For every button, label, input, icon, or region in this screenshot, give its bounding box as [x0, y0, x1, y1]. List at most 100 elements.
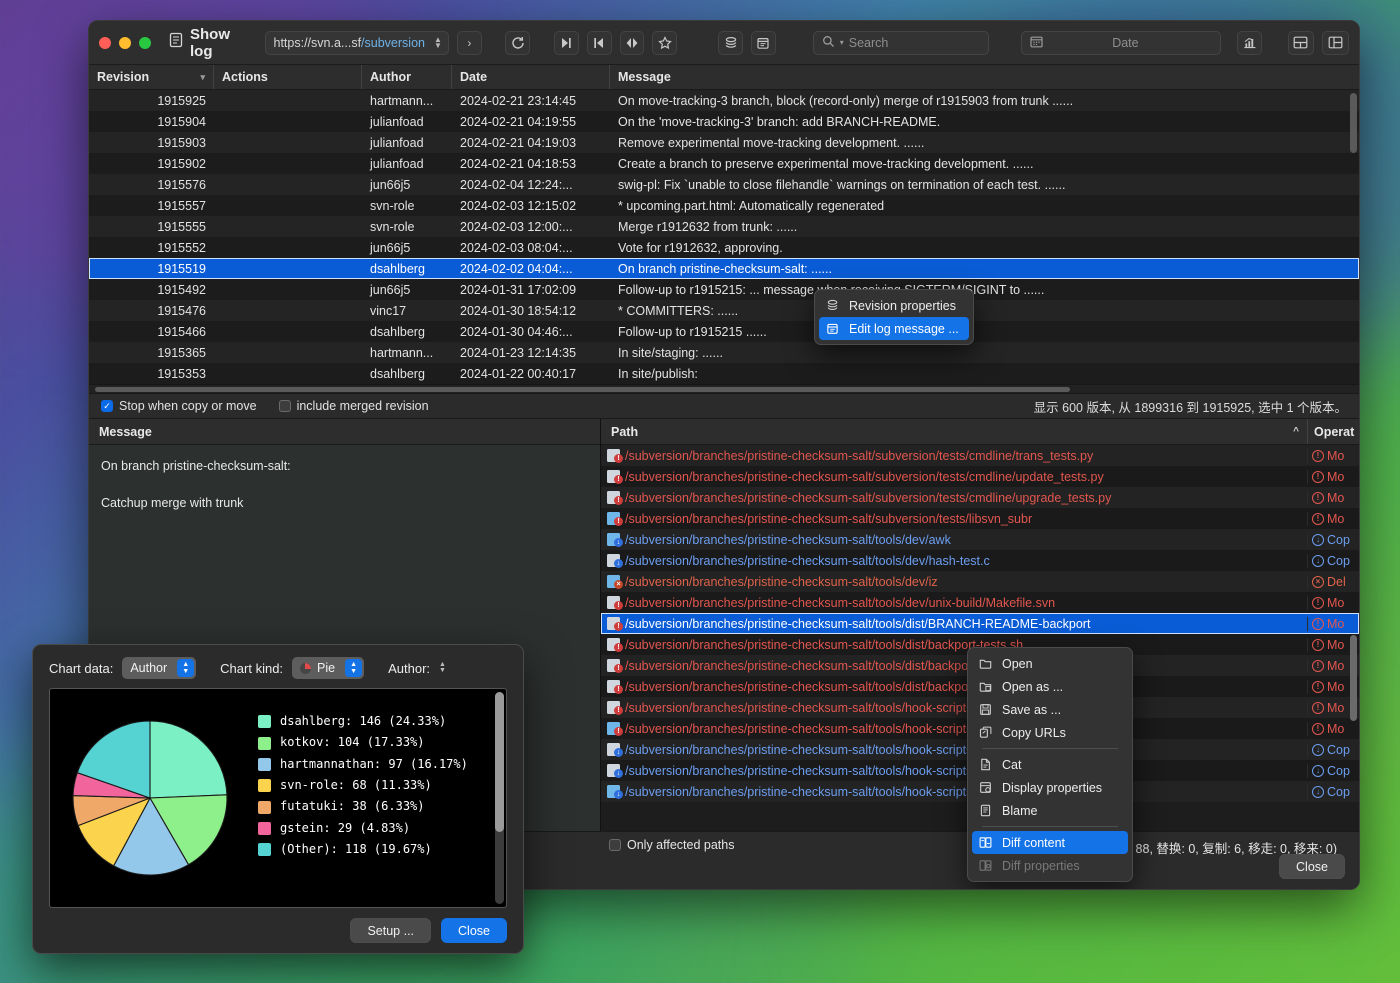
cell-date: 2024-01-23 12:14:35: [452, 346, 610, 360]
revision-properties-icon[interactable]: [718, 31, 743, 55]
go-newest-icon[interactable]: [554, 31, 579, 55]
cell-author: julianfoad: [362, 136, 452, 150]
revision-context-menu[interactable]: Revision properties Edit log message ...: [814, 289, 974, 345]
cell-operation: ↓Cop: [1307, 743, 1359, 757]
only-affected-paths-checkbox[interactable]: Only affected paths: [609, 838, 734, 852]
revision-vertical-scrollbar[interactable]: [1350, 93, 1357, 361]
window-titlebar: Show log https://svn.a...sf/subversion ▲…: [89, 21, 1359, 65]
cell-message: Vote for r1912632, approving.: [610, 241, 1359, 255]
path-text: /subversion/branches/pristine-checksum-s…: [625, 470, 1307, 484]
cell-author: jun66j5: [362, 178, 452, 192]
layout-horizontal-icon[interactable]: [1288, 31, 1315, 55]
cell-author: hartmann...: [362, 346, 452, 360]
edit-log-icon: [825, 322, 840, 335]
pie-slice-dsahlberg: [150, 721, 227, 798]
close-window-button[interactable]: [99, 37, 111, 49]
table-row[interactable]: 1915555!svn-role2024-02-03 12:00:...Merg…: [89, 216, 1359, 237]
chart-kind-select[interactable]: Pie ▲▼: [292, 657, 364, 679]
revision-horizontal-scrollbar[interactable]: [89, 384, 1359, 393]
table-row[interactable]: 1915476!vinc172024-01-30 18:54:12* COMMI…: [89, 300, 1359, 321]
url-field[interactable]: https://svn.a...sf/subversion ▲▼: [265, 31, 449, 55]
column-header-author[interactable]: Author: [362, 65, 452, 89]
menu-item-display-properties[interactable]: Display properties: [972, 776, 1128, 799]
list-item[interactable]: ↓/subversion/branches/pristine-checksum-…: [601, 550, 1359, 571]
date-filter[interactable]: Date: [1021, 31, 1221, 55]
menu-item-copy-urls[interactable]: Copy URLs: [972, 721, 1128, 744]
menu-item-edit-log-message[interactable]: Edit log message ...: [819, 317, 969, 340]
menu-item-open-as[interactable]: Open as ...: [972, 675, 1128, 698]
search-input[interactable]: ▾ Search: [813, 31, 990, 55]
include-merged-checkbox[interactable]: include merged revision: [279, 399, 429, 413]
cell-message: * COMMITTERS: ......: [610, 304, 1359, 318]
column-header-message[interactable]: Message: [610, 65, 1359, 89]
path-column-label[interactable]: Path: [601, 425, 648, 439]
table-row[interactable]: 1915925!hartmann...2024-02-21 23:14:45On…: [89, 90, 1359, 111]
list-item[interactable]: !/subversion/branches/pristine-checksum-…: [601, 487, 1359, 508]
menu-item-revision-properties[interactable]: Revision properties: [819, 294, 969, 317]
list-item[interactable]: !/subversion/branches/pristine-checksum-…: [601, 466, 1359, 487]
revision-rows[interactable]: 1915925!hartmann...2024-02-21 23:14:45On…: [89, 90, 1359, 384]
go-oldest-icon[interactable]: [587, 31, 612, 55]
edit-log-icon[interactable]: [751, 31, 776, 55]
path-context-menu[interactable]: OpenOpen as ...Save as ...Copy URLsCatDi…: [967, 647, 1133, 882]
menu-item-cat[interactable]: Cat: [972, 753, 1128, 776]
refresh-icon[interactable]: [505, 31, 530, 55]
link-copy-icon: [978, 726, 993, 739]
list-item[interactable]: ×/subversion/branches/pristine-checksum-…: [601, 571, 1359, 592]
path-text: /subversion/branches/pristine-checksum-s…: [625, 722, 1307, 736]
window-controls[interactable]: [99, 37, 157, 49]
file-icon: ↓: [607, 743, 622, 756]
column-header-actions[interactable]: Actions: [214, 65, 362, 89]
pie-icon: [300, 663, 311, 674]
layout-vertical-icon[interactable]: [1322, 31, 1349, 55]
table-row[interactable]: 1915466!dsahlberg2024-01-30 04:46:...Fol…: [89, 321, 1359, 342]
operation-label: Mo: [1327, 659, 1344, 673]
url-stepper[interactable]: ▲▼: [431, 37, 445, 49]
operation-label: Del: [1327, 575, 1346, 589]
go-range-icon[interactable]: [620, 31, 645, 55]
stop-when-copy-checkbox[interactable]: ✓ Stop when copy or move: [101, 399, 257, 413]
operation-cop-icon: ↓: [1312, 555, 1324, 567]
menu-item-diff-content[interactable]: Diff content: [972, 831, 1128, 854]
table-row[interactable]: 1915903!×julianfoad2024-02-21 04:19:03Re…: [89, 132, 1359, 153]
file-icon: ↓: [607, 764, 622, 777]
file-icon: ↓: [607, 554, 622, 567]
table-row[interactable]: 1915353!dsahlberg2024-01-22 00:40:17In s…: [89, 363, 1359, 384]
table-row[interactable]: 1915365!hartmann...2024-01-23 12:14:35In…: [89, 342, 1359, 363]
table-row[interactable]: 1915492!jun66j52024-01-31 17:02:09Follow…: [89, 279, 1359, 300]
menu-item-save-as[interactable]: Save as ...: [972, 698, 1128, 721]
author-stepper[interactable]: ▲▼: [439, 662, 446, 674]
cell-revision: 1915925: [89, 94, 214, 108]
table-row[interactable]: 1915557!svn-role2024-02-03 12:15:02* upc…: [89, 195, 1359, 216]
list-item[interactable]: ↓/subversion/branches/pristine-checksum-…: [601, 529, 1359, 550]
chart-close-button[interactable]: Close: [441, 918, 507, 943]
chart-scrollbar[interactable]: [495, 692, 504, 904]
path-vertical-scrollbar[interactable]: [1350, 421, 1357, 721]
legend-item: hartmannathan: 97 (16.17%): [258, 754, 468, 775]
legend-label: dsahlberg: 146 (24.33%): [280, 711, 446, 732]
menu-item-blame[interactable]: Blame: [972, 799, 1128, 822]
close-button[interactable]: Close: [1279, 854, 1345, 879]
list-item[interactable]: !/subversion/branches/pristine-checksum-…: [601, 508, 1359, 529]
table-row[interactable]: 1915519!×↓dsahlberg2024-02-02 04:04:...O…: [89, 258, 1359, 279]
table-row[interactable]: 1915902↓julianfoad2024-02-21 04:18:53Cre…: [89, 153, 1359, 174]
list-item[interactable]: !/subversion/branches/pristine-checksum-…: [601, 445, 1359, 466]
table-row[interactable]: 1915552!jun66j52024-02-03 08:04:...Vote …: [89, 237, 1359, 258]
column-header-date[interactable]: Date: [452, 65, 610, 89]
table-row[interactable]: 1915576!jun66j52024-02-04 12:24:...swig-…: [89, 174, 1359, 195]
table-row[interactable]: 1915904+julianfoad2024-02-21 04:19:55On …: [89, 111, 1359, 132]
file-icon: !: [607, 596, 622, 609]
operation-mod-icon: !: [1312, 597, 1324, 609]
list-item[interactable]: !/subversion/branches/pristine-checksum-…: [601, 592, 1359, 613]
chart-data-select[interactable]: Author ▲▼: [122, 657, 196, 679]
minimize-window-button[interactable]: [119, 37, 131, 49]
menu-item-open[interactable]: Open: [972, 652, 1128, 675]
url-go-button[interactable]: ›: [457, 31, 482, 55]
chart-icon[interactable]: [1237, 31, 1262, 55]
list-item[interactable]: !/subversion/branches/pristine-checksum-…: [601, 613, 1359, 634]
maximize-window-button[interactable]: [139, 37, 151, 49]
cell-revision: 1915519: [89, 262, 214, 276]
pin-icon[interactable]: [652, 31, 677, 55]
setup-button[interactable]: Setup ...: [350, 918, 431, 943]
column-header-revision[interactable]: Revision ▾: [89, 65, 214, 89]
